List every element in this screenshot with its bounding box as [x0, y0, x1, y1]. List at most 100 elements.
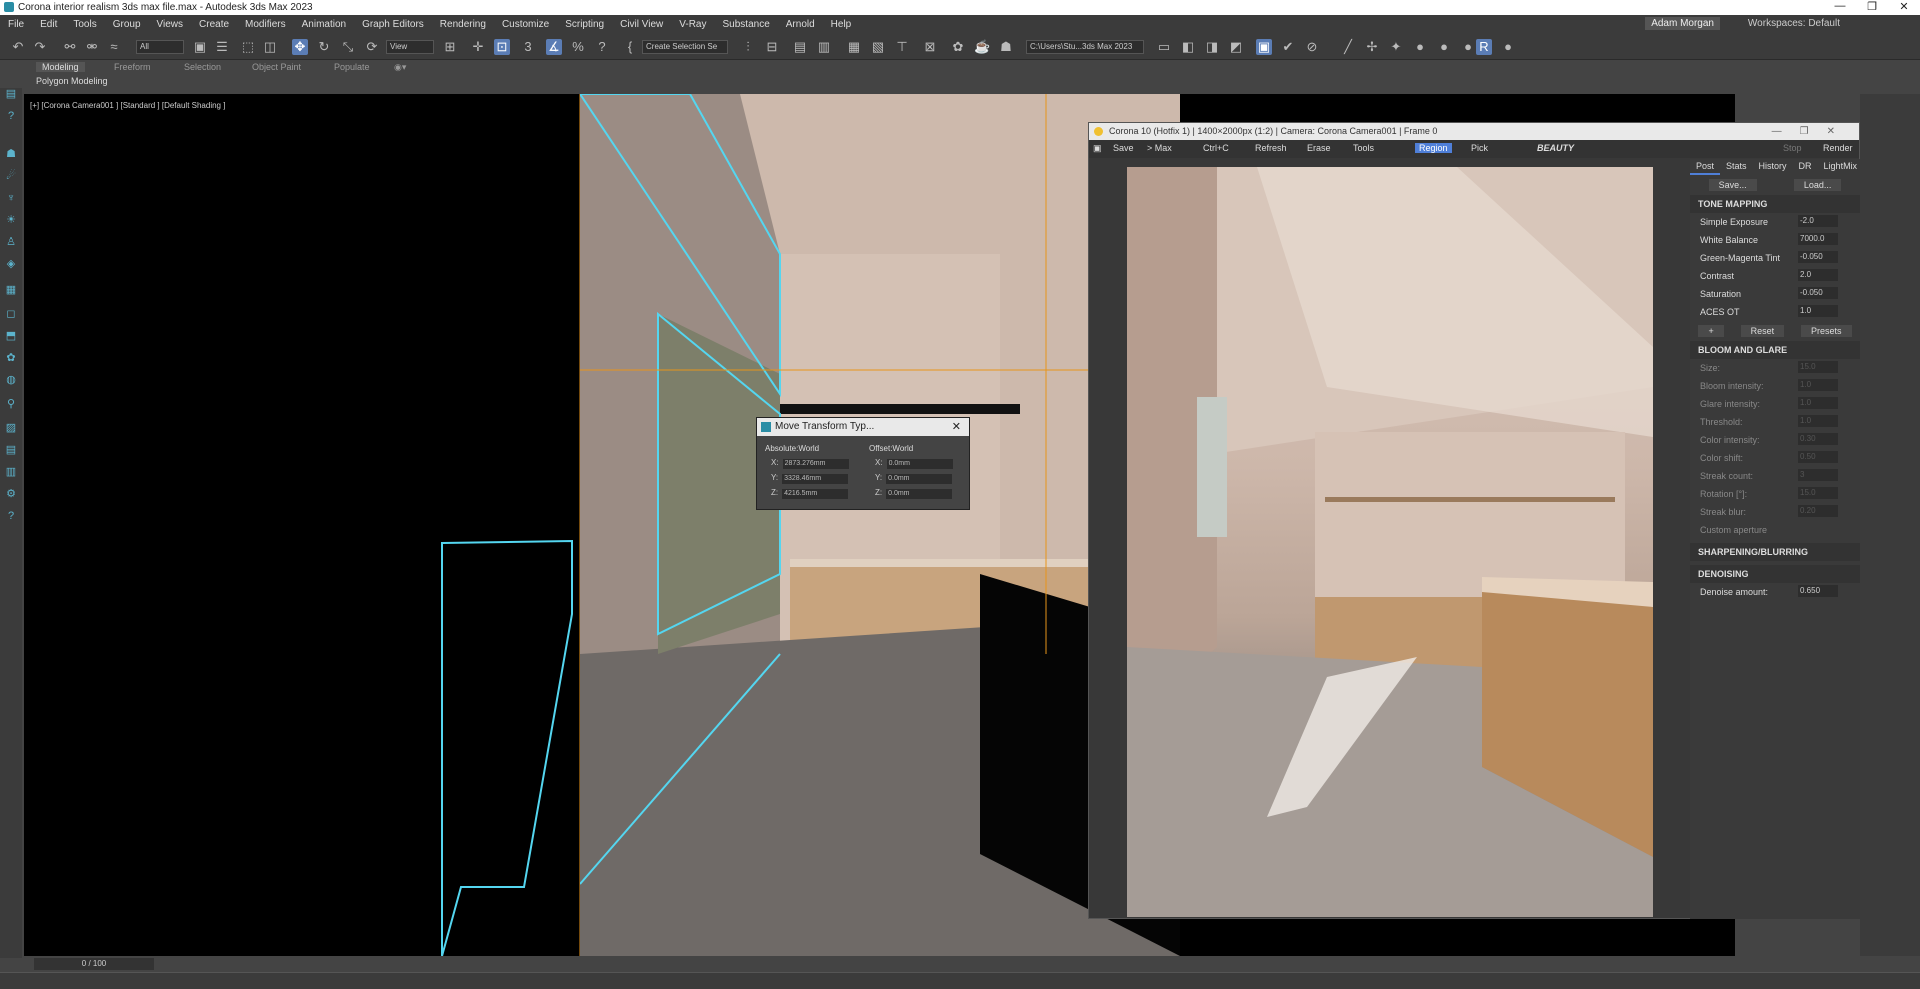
placement-icon[interactable]: ⟳: [364, 39, 380, 55]
vfb-save-button[interactable]: Save: [1113, 143, 1134, 153]
tool-f-icon[interactable]: ●: [1460, 39, 1476, 55]
undo-icon[interactable]: ↶: [10, 39, 26, 55]
tone-label[interactable]: Saturation: [1700, 289, 1741, 299]
selection-filter-dropdown[interactable]: All: [136, 40, 184, 54]
bloom-value[interactable]: 0.20: [1798, 505, 1838, 517]
absolute-z-field[interactable]: 4216.5mm: [782, 489, 849, 499]
vfb-refresh-button[interactable]: Refresh: [1255, 143, 1287, 153]
tone-label[interactable]: Contrast: [1700, 271, 1734, 281]
object-e-icon[interactable]: ⚲: [5, 398, 17, 410]
menu-arnold[interactable]: Arnold: [778, 19, 823, 30]
vfb-region-button[interactable]: Region: [1415, 143, 1452, 153]
tone-value[interactable]: 2.0: [1798, 269, 1838, 281]
window-icon[interactable]: ◫: [262, 39, 278, 55]
workspaces-dropdown[interactable]: Workspaces: Default: [1748, 18, 1840, 29]
bloom-value[interactable]: 1.0: [1798, 415, 1838, 427]
tool-b-icon[interactable]: ✢: [1364, 39, 1380, 55]
angle-snap-icon[interactable]: ∡: [546, 39, 562, 55]
save-icon[interactable]: ▣: [1093, 143, 1102, 154]
menu-scripting[interactable]: Scripting: [557, 19, 612, 30]
bloom-value[interactable]: 3: [1798, 469, 1838, 481]
object-c-icon[interactable]: ✿: [5, 352, 17, 364]
menu-civil-view[interactable]: Civil View: [612, 19, 671, 30]
menu-animation[interactable]: Animation: [294, 19, 354, 30]
link-icon[interactable]: ⚯: [62, 39, 78, 55]
tone-label[interactable]: White Balance: [1700, 235, 1758, 245]
bloom-value[interactable]: 1.0: [1798, 397, 1838, 409]
tone-label[interactable]: Green-Magenta Tint: [1700, 253, 1780, 263]
menu-views[interactable]: Views: [149, 19, 192, 30]
menu-vray[interactable]: V-Ray: [671, 19, 714, 30]
menu-help[interactable]: Help: [823, 19, 860, 30]
display-icon[interactable]: ♙: [5, 236, 17, 248]
minimize-button[interactable]: —: [1824, 0, 1856, 13]
tone-label[interactable]: Simple Exposure: [1700, 217, 1768, 227]
bloom-value[interactable]: 0.30: [1798, 433, 1838, 445]
object-a-icon[interactable]: ◻: [5, 308, 17, 320]
reference-coordinate-dropdown[interactable]: View: [386, 40, 434, 54]
time-slider[interactable]: 0 / 100: [24, 958, 1735, 970]
material-icon[interactable]: ⊤: [894, 39, 910, 55]
menu-group[interactable]: Group: [105, 19, 149, 30]
tool-a-icon[interactable]: ╱: [1340, 39, 1356, 55]
absolute-y-field[interactable]: 3328.46mm: [782, 474, 849, 484]
tab-object-paint[interactable]: Object Paint: [252, 62, 301, 72]
track-bar[interactable]: [0, 972, 1920, 989]
rotate-icon[interactable]: ↻: [316, 39, 332, 55]
menu-create[interactable]: Create: [191, 19, 237, 30]
tab-lightmix[interactable]: LightMix: [1818, 159, 1864, 175]
redo-icon[interactable]: ↷: [32, 39, 48, 55]
open-icon[interactable]: ◧: [1180, 39, 1196, 55]
menu-graph-editors[interactable]: Graph Editors: [354, 19, 432, 30]
tone-value[interactable]: 7000.0: [1798, 233, 1838, 245]
curve-icon[interactable]: ▦: [846, 39, 862, 55]
menu-tools[interactable]: Tools: [65, 19, 104, 30]
presets-button[interactable]: Presets: [1801, 325, 1852, 337]
tab-populate[interactable]: Populate: [334, 62, 370, 72]
create-icon[interactable]: ☗: [5, 148, 17, 160]
close-icon[interactable]: ✕: [952, 418, 961, 436]
object-h-icon[interactable]: ▥: [5, 466, 17, 478]
motion-icon[interactable]: ☀: [5, 214, 17, 226]
pivot-icon[interactable]: ⊞: [442, 39, 458, 55]
menu-modifiers[interactable]: Modifiers: [237, 19, 294, 30]
render-icon[interactable]: ☕: [974, 39, 990, 55]
percent-snap-icon[interactable]: %: [570, 39, 586, 55]
select-name-icon[interactable]: ☰: [214, 39, 230, 55]
tool-d-icon[interactable]: ●: [1412, 39, 1428, 55]
utilities-icon[interactable]: ◈: [5, 258, 17, 270]
tab-selection[interactable]: Selection: [184, 62, 221, 72]
rect-select-icon[interactable]: ⬚: [240, 39, 256, 55]
vfb-copy-button[interactable]: Ctrl+C: [1203, 143, 1229, 153]
offset-y-field[interactable]: 0.0mm: [886, 474, 953, 484]
tab-post[interactable]: Post: [1690, 159, 1721, 175]
tool-g-icon[interactable]: ●: [1500, 39, 1516, 55]
bloom-glare-header[interactable]: BLOOM AND GLARE: [1690, 341, 1860, 359]
tone-value[interactable]: -0.050: [1798, 287, 1838, 299]
scene-explorer-icon[interactable]: ▤: [5, 88, 17, 100]
close-button[interactable]: ✕: [1888, 0, 1920, 13]
scale-icon[interactable]: ⤡: [340, 39, 356, 55]
menu-file[interactable]: File: [0, 19, 32, 30]
mirror-icon[interactable]: ⫶: [740, 39, 756, 55]
bloom-value[interactable]: 1.0: [1798, 379, 1838, 391]
denoise-value[interactable]: 0.650: [1798, 585, 1838, 597]
custom-aperture-checkbox[interactable]: Custom aperture: [1700, 525, 1767, 535]
offset-z-field[interactable]: 0.0mm: [886, 489, 953, 499]
tab-freeform[interactable]: Freeform: [114, 62, 151, 72]
save-icon[interactable]: ▭: [1156, 39, 1172, 55]
import-icon[interactable]: ◨: [1204, 39, 1220, 55]
bloom-value[interactable]: 0.50: [1798, 451, 1838, 463]
bloom-value[interactable]: 15.0: [1798, 361, 1838, 373]
keyboard-shortcut-icon[interactable]: ⊡: [494, 39, 510, 55]
object-f-icon[interactable]: ▨: [5, 422, 17, 434]
layer-icon[interactable]: ▤: [792, 39, 808, 55]
snap-move-icon[interactable]: ✛: [470, 39, 486, 55]
bind-icon[interactable]: ≈: [106, 39, 122, 55]
export-icon[interactable]: ◩: [1228, 39, 1244, 55]
help-icon[interactable]: ?: [5, 110, 17, 122]
post-save-button[interactable]: Save...: [1708, 179, 1757, 191]
object-g-icon[interactable]: ▤: [5, 444, 17, 456]
tone-label[interactable]: ACES OT: [1700, 307, 1740, 317]
ribbon-toggle-icon[interactable]: ◉▾: [394, 62, 406, 73]
